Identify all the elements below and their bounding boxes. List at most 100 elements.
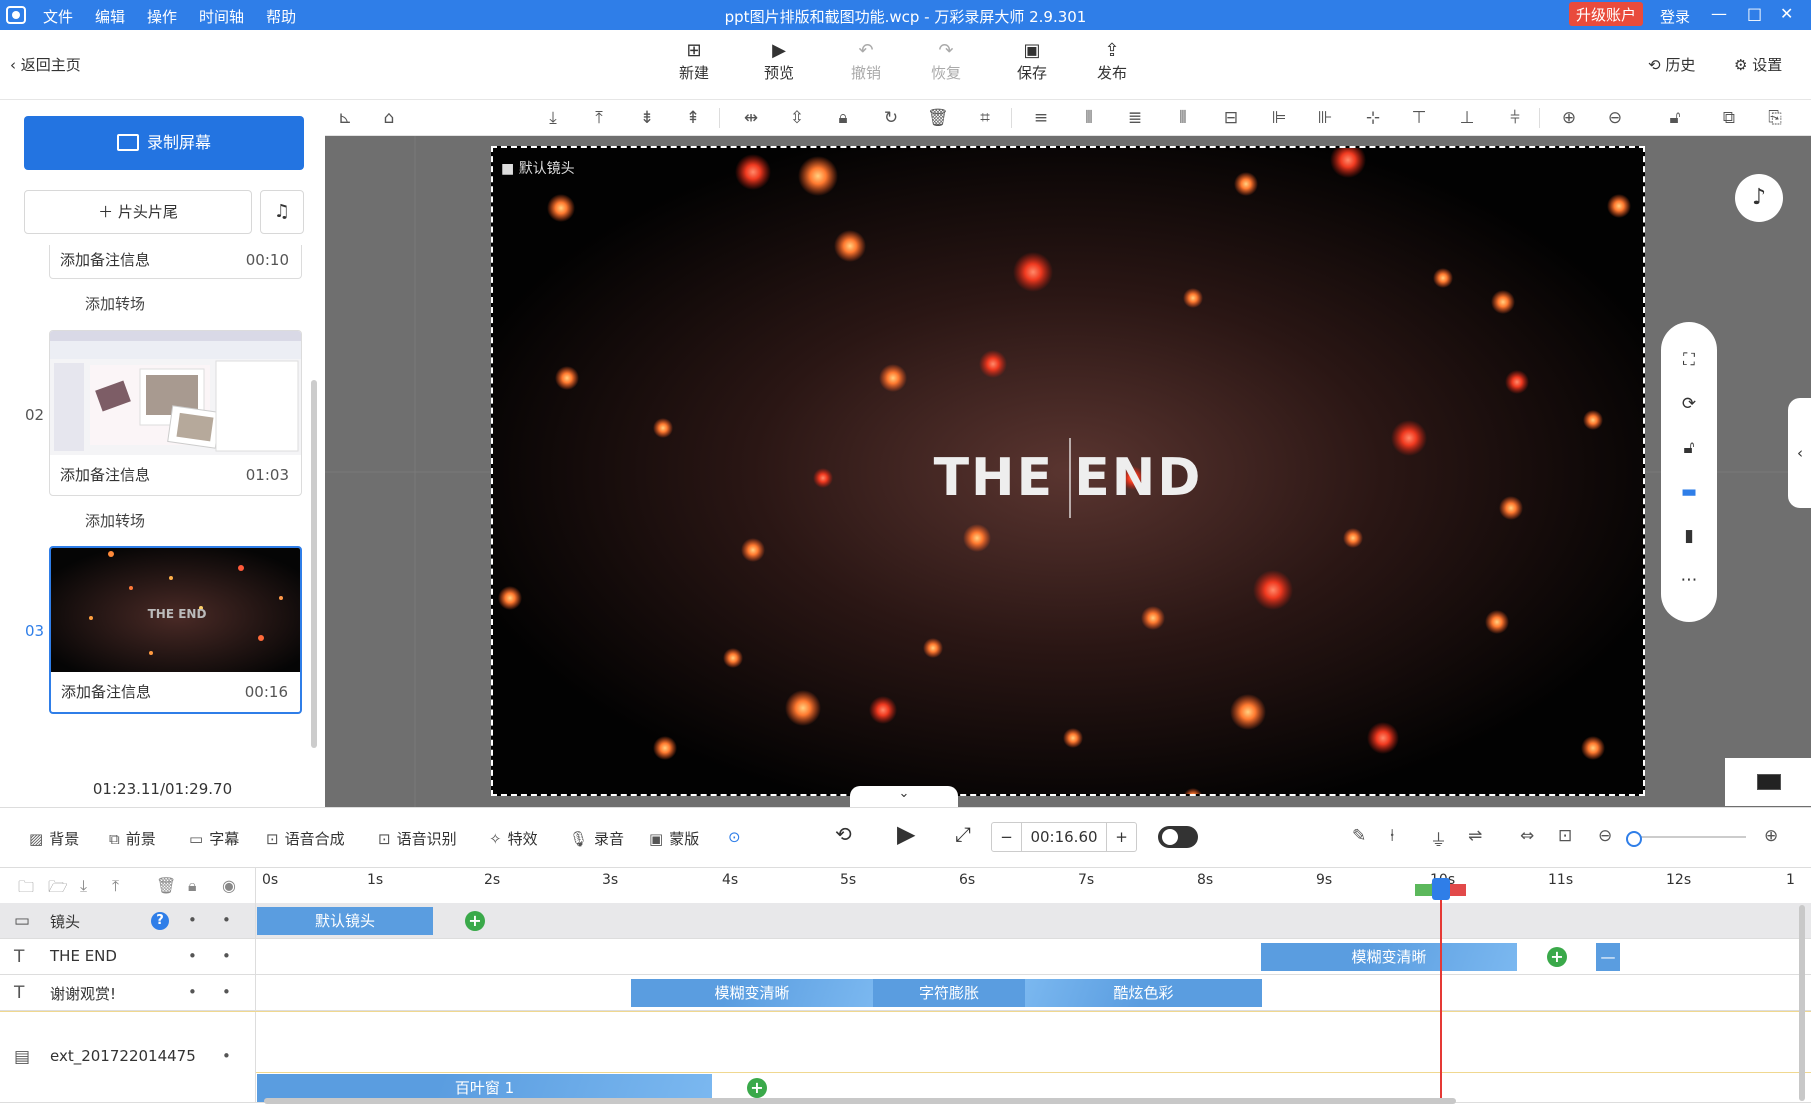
add-folder-icon[interactable]: 🗁︎ — [48, 876, 68, 903]
fit-width-icon[interactable]: ⇔ — [1520, 826, 1534, 846]
zoom-slider[interactable] — [1626, 831, 1746, 847]
back-home-button[interactable]: ‹ 返回主页 — [10, 54, 81, 75]
minimize-icon[interactable]: — — [1711, 4, 1727, 23]
same-width-icon[interactable]: ⊟ — [1221, 108, 1241, 128]
add-keyframe-icon[interactable]: + — [465, 911, 485, 931]
align-bottom-icon[interactable]: ⊥ — [1457, 108, 1477, 128]
play-button[interactable]: ▶ — [897, 820, 915, 848]
flip-horizontal-icon[interactable]: ⇹ — [741, 108, 761, 128]
timeline-vertical-scrollbar[interactable] — [1799, 905, 1805, 1101]
the-end-text[interactable]: THE END — [493, 448, 1643, 508]
move-up-icon[interactable]: ⇞ — [683, 108, 703, 128]
delete-icon[interactable]: 🗑︎ — [927, 108, 949, 128]
effect-clip[interactable]: 模糊变清晰 — [631, 979, 873, 1007]
scene-note[interactable]: 添加备注信息 — [60, 251, 150, 269]
new-button[interactable]: ⊞ 新建 — [664, 40, 724, 83]
zoom-out-icon[interactable]: ⊖ — [1605, 108, 1625, 128]
history-button[interactable]: ⟲ 历史 — [1648, 54, 1695, 75]
maximize-icon[interactable]: □ — [1747, 4, 1762, 23]
redo-button[interactable]: ↷ 恢复 — [916, 40, 976, 83]
paste-icon[interactable]: ⎘ — [1765, 108, 1785, 128]
move-down-icon[interactable]: ⤓ — [80, 876, 87, 896]
playhead[interactable] — [1440, 895, 1442, 1100]
move-bottom-icon[interactable]: ⤓ — [543, 108, 563, 128]
login-button[interactable]: 登录 — [1660, 6, 1690, 27]
more-options-icon[interactable]: ⊙ — [728, 828, 741, 846]
unlock-icon[interactable]: 🔓︎ — [1661, 438, 1717, 458]
time-increment-button[interactable]: + — [1106, 823, 1136, 851]
track-thanks[interactable]: T 谢谢观赏! • • 模糊变清晰 字符膨胀 酷炫色彩 — [0, 975, 1811, 1011]
playhead-handle[interactable] — [1432, 878, 1450, 900]
settings-button[interactable]: ⚙ 设置 — [1734, 54, 1782, 75]
track-dot[interactable]: • — [222, 1047, 231, 1065]
collapse-canvas-button[interactable]: ⌄ — [850, 786, 958, 808]
home-icon[interactable]: ⌂ — [379, 108, 399, 128]
align-hcenter-icon[interactable]: ⊹ — [1363, 108, 1383, 128]
distribute-h-icon[interactable]: ⦀ — [1079, 108, 1099, 128]
move-down-icon[interactable]: ⇟ — [637, 108, 657, 128]
adjust-icon[interactable]: ⇌ — [1468, 826, 1482, 846]
align-middle-icon[interactable]: ≣ — [1125, 108, 1145, 128]
help-icon[interactable]: ? — [151, 911, 169, 930]
add-keyframe-icon[interactable]: + — [1547, 947, 1567, 967]
add-transition-button[interactable]: 添加转场 — [85, 293, 145, 314]
align-left-icon[interactable]: ⊫ — [1269, 108, 1289, 128]
align-top-icon[interactable]: ⊤ — [1409, 108, 1429, 128]
preview-button[interactable]: ▶ 预览 — [749, 40, 809, 83]
upgrade-button[interactable]: 升级账户 — [1569, 2, 1644, 26]
zoom-in-icon[interactable]: ⊕ — [1764, 826, 1778, 846]
lock-icon[interactable]: 🔒︎ — [188, 876, 197, 896]
track-dot[interactable]: • — [188, 947, 197, 965]
edit-icon[interactable]: ✎ — [1352, 826, 1366, 846]
intro-outro-button[interactable]: ＋ 片头片尾 — [24, 190, 252, 234]
scene-card-selected[interactable]: THE END 添加备注信息 00:16 — [49, 546, 302, 714]
mini-preview[interactable] — [1725, 758, 1811, 806]
effects-button[interactable]: ✧ 特效 — [489, 828, 538, 849]
effect-clip[interactable]: 模糊变清晰 — [1261, 943, 1517, 971]
crop-icon[interactable]: ⌗ — [975, 108, 995, 128]
fit-screen-icon[interactable]: ⛶ — [1661, 350, 1717, 370]
fullscreen-icon[interactable]: ⤢ — [955, 822, 971, 846]
move-up-icon[interactable]: ⤒ — [112, 876, 119, 896]
add-keyframe-icon[interactable]: + — [747, 1078, 767, 1098]
tts-button[interactable]: ⊡ 语音合成 — [266, 828, 345, 849]
camera-clip[interactable]: 默认镜头 — [257, 907, 433, 935]
background-button[interactable]: ▨ 背景 — [29, 828, 79, 849]
ruler-icon[interactable]: ⊾ — [335, 108, 355, 128]
track-dot[interactable]: • — [222, 947, 231, 965]
effect-clip[interactable]: 酷炫色彩 — [1025, 979, 1262, 1007]
record-screen-button[interactable]: 录制屏幕 — [24, 116, 304, 170]
range-end-marker[interactable] — [1448, 884, 1466, 896]
rotate-screen-icon[interactable]: ⟳ — [1661, 394, 1717, 414]
background-music-button[interactable]: ♪ — [1735, 174, 1783, 222]
rewind-icon[interactable]: ⟲ — [835, 822, 852, 846]
save-button[interactable]: ▣ 保存 — [1002, 40, 1062, 83]
subtitle-button[interactable]: ▭ 字幕 — [189, 828, 239, 849]
scene-card[interactable]: 添加备注信息 01:03 — [49, 330, 302, 496]
publish-button[interactable]: ⇪ 发布 — [1082, 40, 1142, 83]
undo-button[interactable]: ↶ 撤销 — [836, 40, 896, 83]
zoom-out-icon[interactable]: ⊖ — [1598, 826, 1612, 846]
snap-toggle[interactable] — [1158, 826, 1198, 848]
mobile-icon[interactable]: ▮ — [1661, 526, 1717, 546]
expand-right-panel-button[interactable]: ‹ — [1788, 398, 1811, 508]
track-dot[interactable]: • — [222, 983, 231, 1001]
time-ruler[interactable]: 0s 1s 2s 3s 4s 5s 6s 7s 8s 9s 10s 11s 12… — [256, 868, 1811, 904]
close-icon[interactable]: ✕ — [1780, 4, 1793, 23]
copy-icon[interactable]: ⧉ — [1719, 108, 1739, 128]
track-dot[interactable]: • — [188, 983, 197, 1001]
timeline-horizontal-scrollbar[interactable] — [264, 1098, 1456, 1104]
align-vcenter-icon[interactable]: ⫩ — [1505, 108, 1525, 128]
folder-icon[interactable]: 🗀︎ — [18, 876, 34, 903]
foreground-button[interactable]: ⧉ 前景 — [109, 828, 156, 849]
eye-icon[interactable]: ◉ — [222, 876, 236, 895]
track-dot[interactable]: • — [188, 911, 197, 929]
align-right-icon[interactable]: ⊪ — [1315, 108, 1335, 128]
zoom-in-icon[interactable]: ⊕ — [1559, 108, 1579, 128]
music-button[interactable]: ♫ — [260, 190, 304, 234]
mask-button[interactable]: ▣ 蒙版 — [649, 828, 699, 849]
align-center-icon[interactable]: ≡ — [1031, 108, 1051, 128]
rotate-icon[interactable]: ↻ — [881, 108, 901, 128]
scene-note[interactable]: 添加备注信息 — [60, 466, 150, 484]
asr-button[interactable]: ⊡ 语音识别 — [378, 828, 457, 849]
